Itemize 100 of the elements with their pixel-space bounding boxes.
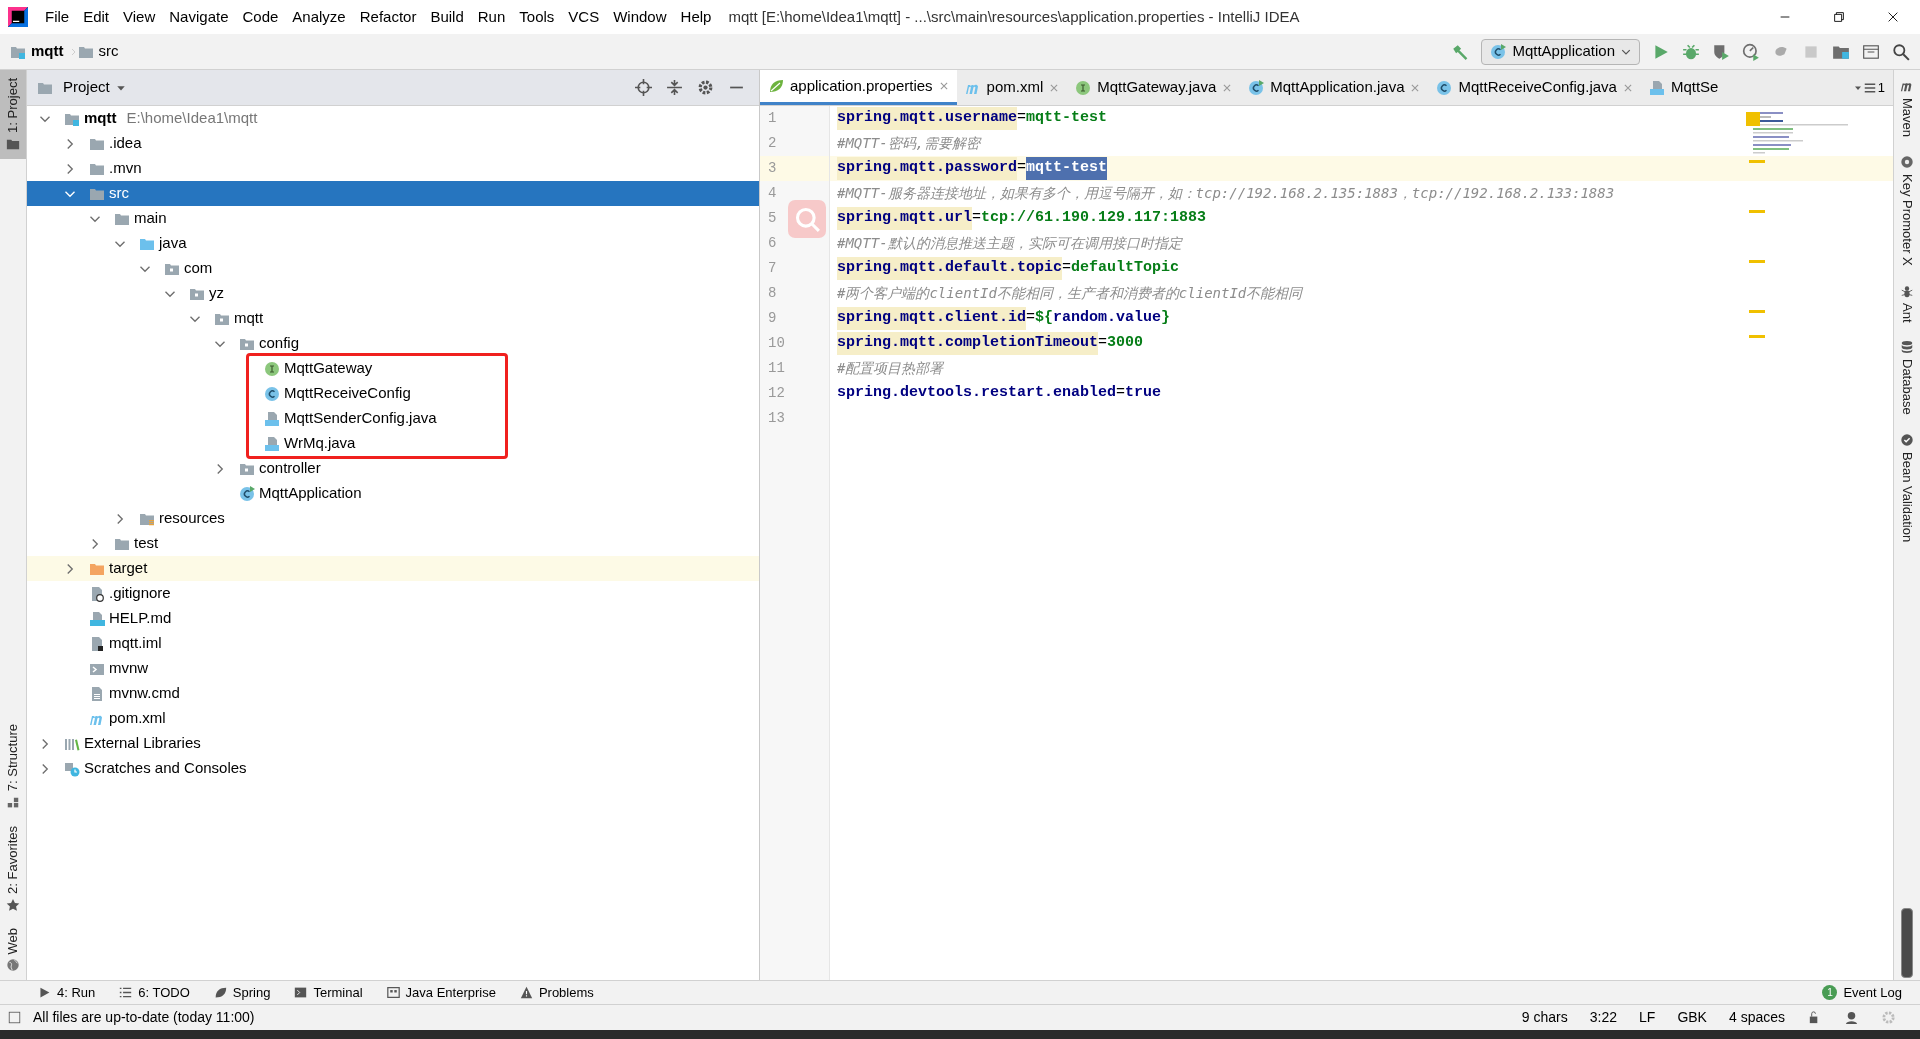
tree-item[interactable]: MqttGateway [27,356,759,381]
status-item[interactable]: 3:22 [1589,1007,1618,1028]
tab-overflow-button[interactable]: 1 [1845,70,1893,105]
tree-label: yz [209,283,224,304]
restore-icon[interactable] [1832,10,1846,24]
tree-label: .mvn [109,158,142,179]
tree-item[interactable]: HELP.md [27,606,759,631]
tree-item[interactable]: main [27,206,759,231]
tree-item[interactable]: controller [27,456,759,481]
status-item[interactable]: 9 chars [1521,1007,1568,1028]
tree-item[interactable]: .mvn [27,156,759,181]
event-log-button[interactable]: 1 Event Log [1822,982,1902,1003]
window-layout-icon[interactable] [1862,42,1880,61]
gauge-icon[interactable] [1742,42,1760,61]
run-icon [38,986,51,999]
tool-window-button[interactable]: 1: Project [0,70,26,159]
tree-item[interactable]: src [27,181,759,206]
enterprise-icon [386,986,400,999]
collapse-all-icon[interactable] [666,79,683,96]
panel-title[interactable]: Project [63,76,110,99]
tree-item[interactable]: mvnw.cmd [27,681,759,706]
menu-item[interactable]: Refactor [352,5,424,29]
search-badge-icon [788,200,826,238]
menu-item[interactable]: Analyze [285,5,353,29]
tree-item[interactable]: resources [27,506,759,531]
tool-window-button[interactable]: Spring [213,982,271,1003]
run-icon[interactable] [1652,42,1670,61]
tool-window-button[interactable]: 4: Run [38,982,96,1003]
tool-window-button[interactable]: 6: TODO [119,982,190,1003]
menu-item[interactable]: View [116,5,163,29]
editor-tab[interactable]: MqttReceiveConfig.java [1428,70,1641,105]
java-file-icon [264,435,280,452]
tool-window-button[interactable]: Java Enterprise [386,982,496,1003]
target-icon[interactable] [635,79,652,96]
tool-window-button[interactable]: 2: Favorites [0,817,26,920]
menu-item[interactable]: VCS [561,5,607,29]
tool-window-button[interactable]: 7: Structure [0,716,26,818]
tree-item[interactable]: mqtt.iml [27,631,759,656]
class-icon [239,485,255,502]
tree-item[interactable]: config [27,331,759,356]
tree-item[interactable]: mqtt [27,306,759,331]
menu-item[interactable]: Window [606,5,674,29]
tool-window-button[interactable]: Database [1894,331,1920,424]
tree-item[interactable]: .gitignore [27,581,759,606]
menu-item[interactable]: Run [470,5,513,29]
breadcrumb-item[interactable]: src [98,40,119,63]
menu-item[interactable]: Tools [512,5,562,29]
tree-item[interactable]: External Libraries [27,731,759,756]
status-item[interactable]: 4 spaces [1728,1007,1785,1028]
tree-item[interactable]: pom.xml [27,706,759,731]
tree-label: HELP.md [109,608,172,629]
tree-item[interactable]: test [27,531,759,556]
tree-item[interactable]: yz [27,281,759,306]
menu-item[interactable]: Code [235,5,286,29]
hammer-icon[interactable] [1451,42,1470,61]
menu-item[interactable]: Build [423,5,471,29]
tree-item[interactable]: java [27,231,759,256]
tree-label: controller [259,458,321,479]
menu-item[interactable]: Navigate [162,5,236,29]
shield-icon[interactable] [1712,42,1730,61]
status-item[interactable]: GBK [1677,1007,1707,1028]
tree-item[interactable]: .idea [27,131,759,156]
marker-stripe [1749,310,1765,313]
editor-tab[interactable]: MqttGateway.java [1067,70,1241,105]
tree-item[interactable]: Scratches and Consoles [27,756,759,781]
tree-item[interactable]: MqttReceiveConfig [27,381,759,406]
bug-icon[interactable] [1682,42,1700,61]
code-line: spring.mqtt.completionTimeout=3000 [837,332,1144,355]
tree-item[interactable]: com [27,256,759,281]
status-item[interactable]: LF [1639,1007,1656,1028]
editor-tab[interactable]: application.properties [760,70,957,105]
panel-toggle-icon[interactable] [8,1011,21,1024]
tool-window-button[interactable]: Web [0,919,26,980]
gear-icon[interactable] [697,79,714,96]
tree-item[interactable]: MqttApplication [27,481,759,506]
tree-item[interactable]: mqtt E:\home\Idea1\mqtt [27,106,759,131]
code-line: spring.mqtt.url=tcp://61.190.129.117:1883 [837,207,1207,230]
menu-item[interactable]: Edit [76,5,117,29]
breadcrumb-item[interactable]: mqtt [31,40,64,63]
tree-item[interactable]: target [27,556,759,581]
search-icon[interactable] [1892,42,1910,61]
tool-window-button[interactable]: Terminal [294,982,363,1003]
editor-tab[interactable]: MqttSe [1640,70,1727,105]
tool-window-button[interactable]: Ant [1894,274,1920,332]
tool-window-button[interactable]: Bean Validation [1894,423,1920,552]
notification-count: 1 [1822,985,1838,1000]
tree-item[interactable]: WrMq.java [27,431,759,456]
menu-item[interactable]: Help [673,5,719,29]
menu-item[interactable]: File [38,5,77,29]
editor-tab[interactable]: pom.xml [956,70,1068,105]
marker-stripe [1749,335,1765,338]
tool-window-button[interactable]: Maven [1894,70,1920,147]
close-icon[interactable] [1886,10,1900,24]
tool-window-button[interactable]: Problems [519,982,594,1003]
editor-tab[interactable]: MqttApplication.java [1240,70,1429,105]
inspector-icon[interactable] [1844,1010,1859,1025]
tree-item[interactable]: MqttSenderConfig.java [27,406,759,431]
run-configuration-dropdown[interactable]: MqttApplication [1481,38,1640,65]
tool-window-button[interactable]: Key Promoter X [1894,146,1920,275]
tree-item[interactable]: mvnw [27,656,759,681]
